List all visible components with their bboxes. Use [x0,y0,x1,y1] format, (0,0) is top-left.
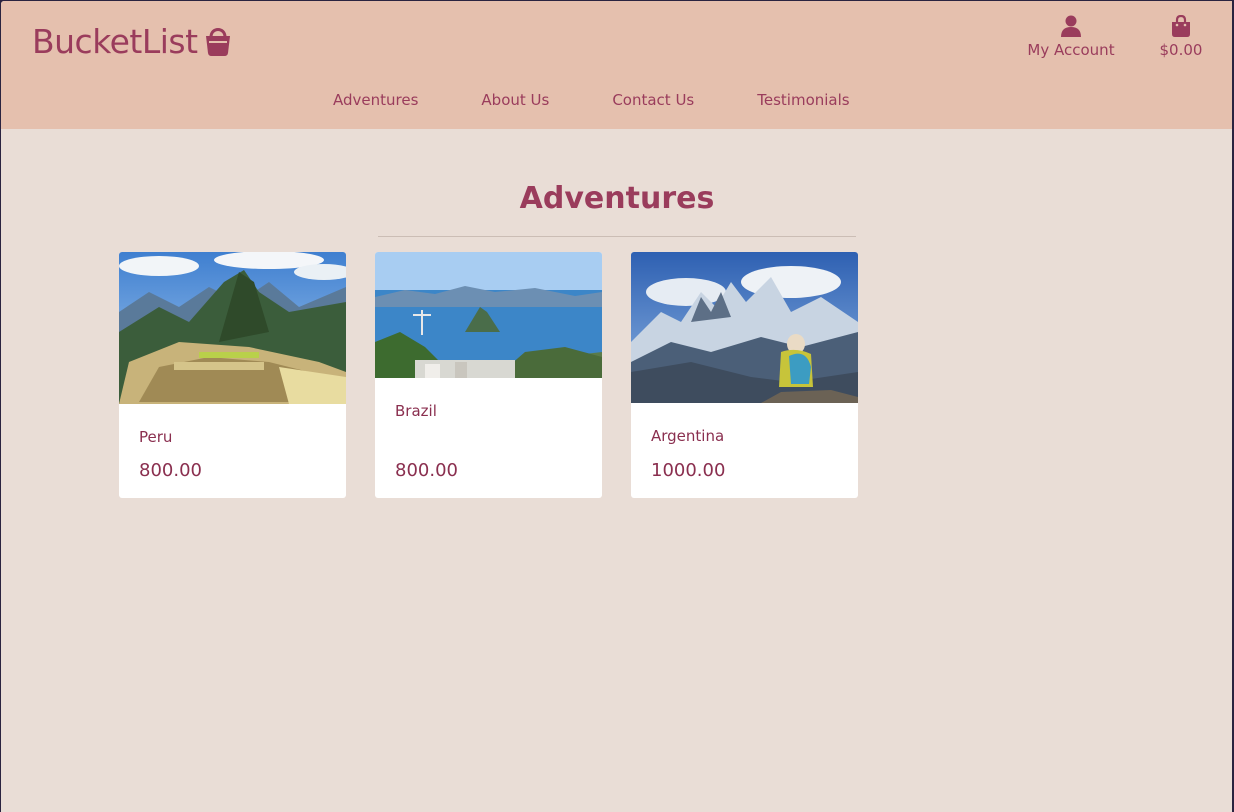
product-price: 800.00 [139,460,202,481]
page: BucketList My Account $0.00 Adventures A… [1,1,1232,812]
my-account-link[interactable]: My Account [1025,15,1117,59]
product-name: Argentina [651,427,725,445]
my-account-label: My Account [1027,41,1115,59]
title-divider [378,236,856,237]
bag-total: $0.00 [1159,41,1203,59]
product-card-brazil[interactable]: Brazil 800.00 [375,252,602,498]
product-card-peru[interactable]: Peru 800.00 [119,252,346,498]
user-icon [1061,15,1081,37]
shopping-bag-link[interactable]: $0.00 [1151,15,1211,59]
brand-logo-link[interactable]: BucketList [32,21,232,61]
rio-de-janeiro-photo [375,252,602,378]
nav-item-adventures[interactable]: Adventures [333,91,418,109]
nav-item-about-us[interactable]: About Us [481,91,549,109]
product-name: Brazil [395,402,437,420]
product-card-argentina[interactable]: Argentina 1000.00 [631,252,858,498]
basket-icon [204,23,232,61]
brand-name: BucketList [32,21,198,61]
machu-picchu-photo [119,252,346,404]
patagonia-hiker-photo [631,252,858,403]
nav-item-contact-us[interactable]: Contact Us [612,91,694,109]
shopping-bag-icon [1172,15,1190,37]
site-header: BucketList My Account $0.00 Adventures A… [1,1,1232,129]
page-title: Adventures [519,181,715,216]
main-nav: Adventures About Us Contact Us Testimoni… [1,91,1232,109]
product-price: 1000.00 [651,460,726,481]
product-name: Peru [139,428,173,446]
product-price: 800.00 [395,460,458,481]
nav-item-testimonials[interactable]: Testimonials [757,91,849,109]
